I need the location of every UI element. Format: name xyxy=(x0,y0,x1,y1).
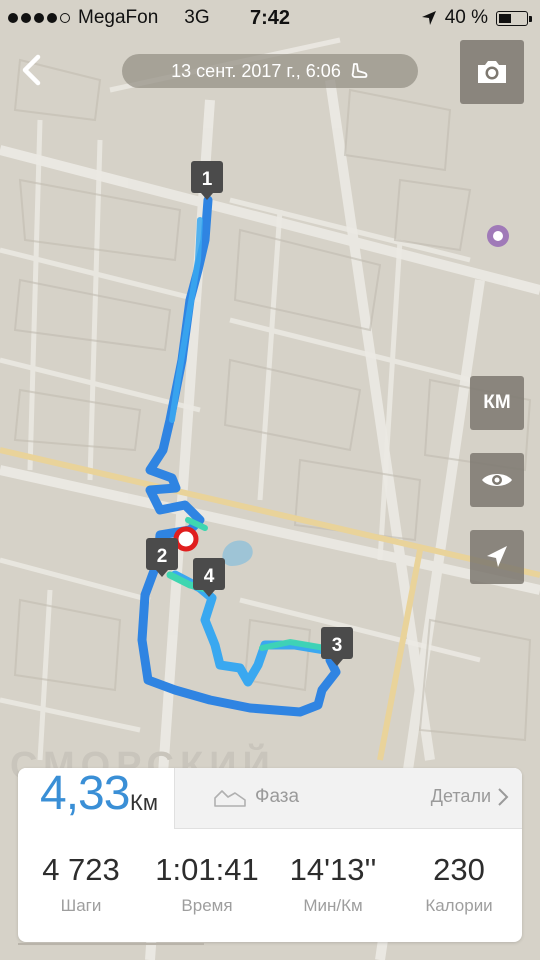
stat-value: 14'13'' xyxy=(289,852,377,887)
shoe-icon xyxy=(351,63,368,78)
svg-text:2: 2 xyxy=(157,546,168,567)
stat-time: 1:01:41 Время xyxy=(144,838,270,938)
chevron-left-icon xyxy=(22,54,41,86)
eye-icon xyxy=(482,474,512,486)
stat-value: 4 723 xyxy=(42,852,120,887)
phase-tab[interactable]: Фаза xyxy=(213,786,299,808)
camera-icon xyxy=(478,61,506,83)
stat-calories: 230 Калории xyxy=(396,838,522,938)
details-label: Детали xyxy=(430,786,491,806)
stat-label: Мин/Км xyxy=(303,896,363,915)
recenter-button[interactable] xyxy=(470,530,524,584)
distance-tab[interactable]: 4,33 Км xyxy=(18,768,174,828)
units-toggle-button[interactable]: КМ xyxy=(470,376,524,430)
battery-icon xyxy=(496,10,532,26)
chevron-right-icon xyxy=(498,787,509,806)
current-position-marker xyxy=(173,526,199,552)
workout-date: 13 сент. 2017 г., 6:06 xyxy=(171,60,341,81)
battery-percent: 40 % xyxy=(444,7,488,28)
stat-pace: 14'13'' Мин/Км xyxy=(270,838,396,938)
phase-label: Фаза xyxy=(255,786,300,807)
status-bar: MegaFon 3G 7:42 40 % xyxy=(0,0,540,36)
details-link[interactable]: Детали xyxy=(431,786,509,807)
svg-text:1: 1 xyxy=(202,169,213,190)
svg-text:3: 3 xyxy=(332,635,343,656)
stat-label: Шаги xyxy=(60,896,102,915)
workout-date-pill[interactable]: 13 сент. 2017 г., 6:06 xyxy=(122,54,418,88)
stat-steps: 4 723 Шаги xyxy=(18,838,144,938)
back-button[interactable] xyxy=(10,48,54,92)
card-divider xyxy=(18,943,204,945)
svg-text:4: 4 xyxy=(204,566,215,587)
navigation-arrow-icon xyxy=(487,546,507,567)
distance-unit: Км xyxy=(130,790,158,815)
stat-label: Время xyxy=(181,896,233,915)
workout-summary-card: 4,33 Км Фаза Детали 4 723 Шаги 1:01:41 В… xyxy=(18,768,522,942)
location-arrow-icon xyxy=(421,11,436,25)
stat-value: 1:01:41 xyxy=(155,852,259,887)
distance-value: 4,33 xyxy=(40,768,130,820)
camera-button[interactable] xyxy=(460,40,524,104)
stat-value: 230 xyxy=(433,852,485,887)
stat-label: Калории xyxy=(425,896,493,915)
area-chart-icon xyxy=(214,790,246,807)
visibility-button[interactable] xyxy=(470,453,524,507)
stats-row: 4 723 Шаги 1:01:41 Время 14'13'' Мин/Км … xyxy=(18,838,522,938)
